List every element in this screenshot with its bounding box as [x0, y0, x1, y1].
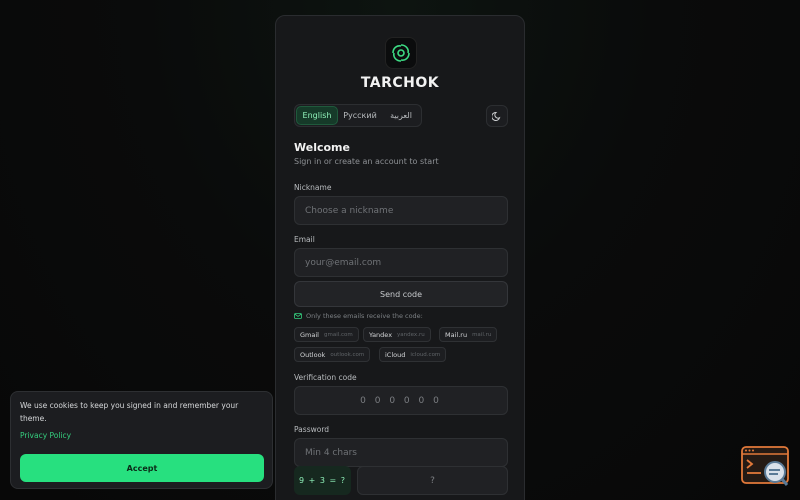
theme-toggle-button[interactable]	[486, 105, 508, 127]
email-label: Email	[294, 235, 315, 244]
page-subtitle: Sign in or create an account to start	[294, 157, 439, 166]
cookie-message: We use cookies to keep you signed in and…	[20, 401, 239, 423]
allowed-emails-note: Only these emails receive the code:	[294, 312, 423, 320]
provider-chip-gmail: Gmail gmail.com	[294, 327, 359, 342]
lang-arabic[interactable]: العربية	[382, 106, 420, 125]
provider-chip-yandex: Yandex yandex.ru	[363, 327, 431, 342]
provider-chip-mailru: Mail.ru mail.ru	[439, 327, 498, 342]
allowed-emails-text: Only these emails receive the code:	[306, 312, 423, 320]
provider-chip-icloud: iCloud icloud.com	[379, 347, 447, 362]
password-input[interactable]: Min 4 chars	[294, 438, 508, 467]
terminal-search-icon[interactable]	[741, 446, 791, 488]
language-switcher: English Русский العربية	[294, 104, 422, 127]
spiral-logo-icon	[392, 44, 410, 62]
privacy-policy-link[interactable]: Privacy Policy	[20, 431, 71, 440]
send-code-button[interactable]: Send code	[294, 281, 508, 307]
mail-icon	[294, 313, 302, 319]
moon-icon	[492, 111, 501, 121]
lang-russian[interactable]: Русский	[338, 106, 382, 125]
password-label: Password	[294, 425, 330, 434]
captcha-question: 9 + 3 = ?	[294, 466, 351, 495]
brand-name: TARCHOK	[360, 75, 440, 91]
verification-code-input[interactable]: 0 0 0 0 0 0	[294, 386, 508, 415]
verification-label: Verification code	[294, 373, 357, 382]
captcha-answer-input[interactable]: ?	[357, 466, 508, 495]
brand-logo	[385, 37, 417, 69]
lang-english[interactable]: English	[296, 106, 338, 125]
nickname-input[interactable]: Choose a nickname	[294, 196, 508, 225]
provider-chip-outlook: Outlook outlook.com	[294, 347, 371, 362]
page-title: Welcome	[294, 141, 350, 154]
nickname-label: Nickname	[294, 183, 332, 192]
accept-cookies-button[interactable]: Accept	[20, 454, 264, 482]
auth-card: TARCHOK English Русский العربية Welcome …	[275, 15, 525, 500]
email-input[interactable]: your@email.com	[294, 248, 508, 277]
cookie-banner: We use cookies to keep you signed in and…	[10, 391, 273, 489]
